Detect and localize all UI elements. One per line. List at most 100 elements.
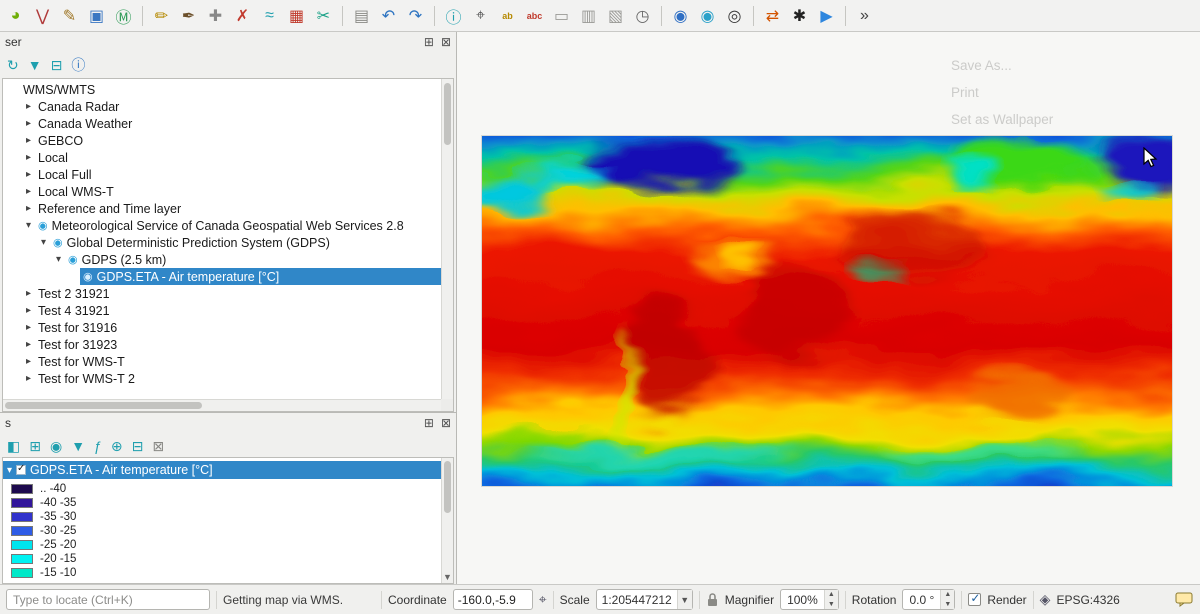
layer-visibility-checkbox[interactable] — [16, 465, 26, 475]
crs-icon[interactable]: ◈ — [1040, 591, 1051, 608]
expand-arrow-icon[interactable]: ▸ — [22, 373, 35, 384]
render-checkbox[interactable] — [968, 593, 981, 606]
scale-combobox[interactable]: 1:205447212 ▼ — [596, 589, 693, 610]
spin-down-icon[interactable]: ▼ — [825, 600, 838, 610]
open-layer-styling-icon[interactable]: ◧ — [7, 438, 20, 455]
tree-item[interactable]: ▸Local Full — [3, 166, 441, 183]
split-features-icon[interactable]: ✂ — [311, 4, 336, 28]
filter-legend-icon[interactable]: ▼ — [71, 438, 85, 454]
expand-arrow-icon[interactable]: ▸ — [22, 288, 35, 299]
spin-up-icon[interactable]: ▲ — [825, 590, 838, 600]
properties-icon[interactable]: ⓘ — [71, 55, 85, 75]
expand-arrow-icon[interactable]: ▾ — [52, 254, 65, 265]
scrollbar-thumb[interactable] — [5, 402, 202, 409]
filter-browser-icon[interactable]: ▼ — [28, 57, 42, 73]
close-panel-button[interactable]: ⊠ — [441, 35, 451, 49]
expand-arrow-icon[interactable]: ▸ — [22, 356, 35, 367]
collapse-layers-icon[interactable]: ⊟ — [132, 438, 144, 455]
expand-arrow-icon[interactable]: ▸ — [22, 152, 35, 163]
tree-item[interactable]: WMS/WMTS — [3, 81, 441, 98]
add-group-icon[interactable]: ⊞ — [29, 438, 41, 455]
data-source-manager-icon[interactable]: ⋁ — [30, 4, 55, 28]
spin-up-icon[interactable]: ▲ — [941, 590, 954, 600]
map-canvas[interactable]: Save As...PrintSet as Wallpaper — [456, 32, 1200, 584]
filter-expression-icon[interactable]: ƒ — [94, 438, 102, 454]
qgis-logo-icon[interactable]: ◕ — [3, 4, 28, 28]
scroll-down-icon[interactable]: ▼ — [442, 572, 453, 582]
delete-selected-icon[interactable]: ✗ — [230, 4, 255, 28]
paste-icon[interactable]: ▤ — [349, 4, 374, 28]
layer-item[interactable]: ▾ GDPS.ETA - Air temperature [°C] — [3, 461, 453, 479]
tree-item[interactable]: ◉GDPS.ETA - Air temperature [°C] — [3, 268, 441, 285]
expand-arrow-icon[interactable]: ▸ — [22, 339, 35, 350]
spin-down-icon[interactable]: ▼ — [941, 600, 954, 610]
tree-item[interactable]: ▾◉GDPS (2.5 km) — [3, 251, 441, 268]
refresh-map-icon[interactable]: ⇄ — [760, 4, 785, 28]
expand-arrow-icon[interactable]: ▸ — [22, 322, 35, 333]
remove-layer-icon[interactable]: ⊠ — [152, 438, 164, 455]
web-service-icon[interactable]: ◉ — [668, 4, 693, 28]
collapse-all-icon[interactable]: ⊟ — [51, 57, 63, 74]
map-raster[interactable] — [481, 135, 1173, 487]
chevron-down-icon[interactable]: ▼ — [677, 590, 692, 609]
tree-item[interactable]: ▸Reference and Time layer — [3, 200, 441, 217]
messages-balloon-icon[interactable] — [1175, 592, 1194, 607]
temporal-controller-icon[interactable]: ◷ — [630, 4, 655, 28]
expand-all-icon[interactable]: ⊕ — [111, 438, 123, 455]
next-icon[interactable]: ▶ — [814, 4, 839, 28]
redo-icon[interactable]: ↷ — [403, 4, 428, 28]
float-panel-button[interactable]: ⊞ — [424, 416, 434, 430]
label-icon[interactable]: ab — [495, 4, 520, 28]
tree-item[interactable]: ▸Test for WMS-T 2 — [3, 370, 441, 387]
lock-icon[interactable] — [706, 592, 719, 607]
measure-icon[interactable]: ≈ — [257, 4, 282, 28]
tree-item[interactable]: ▸Canada Weather — [3, 115, 441, 132]
map-tip-icon[interactable]: ▭ — [549, 4, 574, 28]
browser-horizontal-scrollbar[interactable] — [3, 399, 441, 411]
tree-item[interactable]: ▸Test for 31923 — [3, 336, 441, 353]
vertex-tool-icon[interactable]: ✚ — [203, 4, 228, 28]
magnifier-spinbox[interactable]: 100% ▲ ▼ — [780, 589, 839, 610]
tree-item[interactable]: ▸GEBCO — [3, 132, 441, 149]
extents-icon[interactable]: ⌖ — [539, 591, 547, 608]
tree-item[interactable]: ▸Local WMS-T — [3, 183, 441, 200]
expand-arrow-icon[interactable]: ▸ — [22, 203, 35, 214]
tree-item[interactable]: ▸Test 4 31921 — [3, 302, 441, 319]
expand-arrow-icon[interactable]: ▸ — [22, 118, 35, 129]
expand-arrow-icon[interactable]: ▸ — [22, 305, 35, 316]
osm-search-icon[interactable]: ◎ — [722, 4, 747, 28]
select-features-icon[interactable]: ⌖ — [468, 4, 493, 28]
tree-item[interactable]: ▾◉Meteorological Service of Canada Geosp… — [3, 217, 441, 234]
tree-item[interactable]: ▸Local — [3, 149, 441, 166]
refresh-icon[interactable]: ↻ — [7, 57, 19, 74]
manage-themes-icon[interactable]: ◉ — [50, 438, 62, 455]
browser-vertical-scrollbar[interactable] — [441, 79, 453, 399]
coordinate-input[interactable] — [453, 589, 533, 610]
expand-arrow-icon[interactable]: ▾ — [37, 237, 50, 248]
expand-arrow-icon[interactable]: ▸ — [22, 135, 35, 146]
undo-icon[interactable]: ↶ — [376, 4, 401, 28]
expand-arrow-icon[interactable]: ▾ — [22, 220, 35, 231]
identify-icon[interactable]: ⓘ — [441, 4, 466, 28]
scrollbar-thumb[interactable] — [444, 83, 451, 145]
bug-icon[interactable]: ✱ — [787, 4, 812, 28]
tree-item[interactable]: ▾◉Global Deterministic Prediction System… — [3, 234, 441, 251]
tree-item[interactable]: ▸Canada Radar — [3, 98, 441, 115]
tree-item[interactable]: ▸Test for WMS-T — [3, 353, 441, 370]
float-panel-button[interactable]: ⊞ — [424, 35, 434, 49]
expand-arrow-icon[interactable]: ▸ — [22, 169, 35, 180]
delete-ring-icon[interactable]: ▦ — [284, 4, 309, 28]
new-map-view-icon[interactable]: ▧ — [603, 4, 628, 28]
expand-arrow-icon[interactable]: ▾ — [7, 465, 12, 476]
tree-item[interactable]: ▸Test for 31916 — [3, 319, 441, 336]
save-project-icon[interactable]: ▣ — [84, 4, 109, 28]
save-edits-icon[interactable]: ✒ — [176, 4, 201, 28]
overflow-icon[interactable]: » — [852, 4, 877, 28]
toggle-editing-icon[interactable]: ✏ — [149, 4, 174, 28]
layers-vertical-scrollbar[interactable]: ▼ — [441, 458, 453, 583]
georeferencer-icon[interactable]: ✎ — [57, 4, 82, 28]
bookmark-icon[interactable]: ▥ — [576, 4, 601, 28]
globe-secondary-icon[interactable]: ◉ — [695, 4, 720, 28]
metasearch-icon[interactable]: Ⓜ — [111, 4, 136, 28]
scrollbar-thumb[interactable] — [444, 461, 451, 513]
